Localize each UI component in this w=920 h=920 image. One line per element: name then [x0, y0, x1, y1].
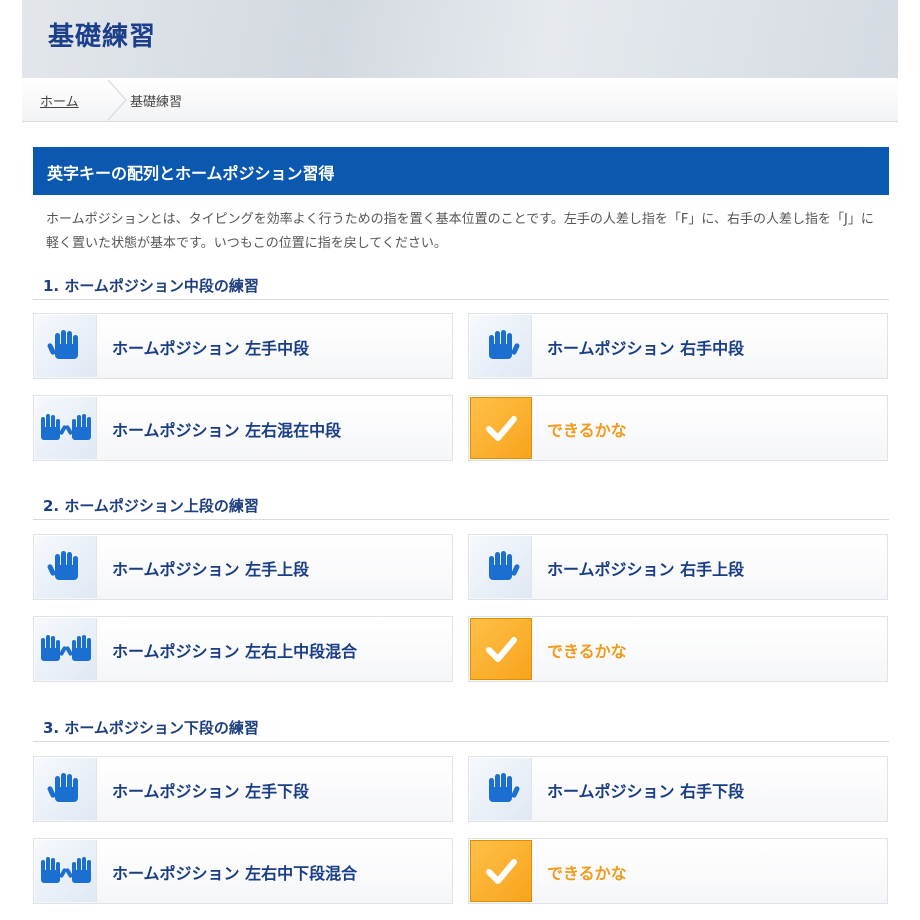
checkmark-icon — [470, 618, 532, 680]
both-hands-icon — [35, 397, 97, 459]
quiz-bottom-row[interactable]: できるかな — [468, 838, 888, 904]
right-hand-icon — [470, 536, 532, 598]
group-heading-text: 3. ホームポジション下段の練習 — [43, 719, 259, 737]
breadcrumb-home-link[interactable]: ホーム — [40, 91, 79, 110]
left-hand-icon — [35, 758, 97, 820]
lesson-label: ホームポジション 左手下段 — [112, 782, 310, 801]
lesson-left-top-row[interactable]: ホームポジション 左手上段 — [33, 534, 453, 600]
page-title: 基礎練習 — [48, 22, 157, 52]
lesson-label: ホームポジション 左右混在中段 — [112, 421, 342, 440]
group-heading: 3. ホームポジション下段の練習 — [33, 714, 889, 742]
quiz-label: できるかな — [547, 864, 627, 883]
lesson-mixed-home-row[interactable]: ホームポジション 左右混在中段 — [33, 395, 453, 461]
group-heading: 1. ホームポジション中段の練習 — [33, 272, 889, 300]
lesson-label: ホームポジション 右手下段 — [547, 782, 745, 801]
lesson-left-bottom-row[interactable]: ホームポジション 左手下段 — [33, 756, 453, 822]
lesson-right-top-row[interactable]: ホームポジション 右手上段 — [468, 534, 888, 600]
quiz-top-row[interactable]: できるかな — [468, 616, 888, 682]
lesson-label: ホームポジション 左手中段 — [112, 339, 310, 358]
page-header: 基礎練習 — [22, 0, 898, 78]
quiz-home-row[interactable]: できるかな — [468, 395, 888, 461]
checkmark-icon — [470, 840, 532, 902]
right-hand-icon — [470, 758, 532, 820]
lesson-label: ホームポジション 左右上中段混合 — [112, 642, 358, 661]
lesson-right-bottom-row[interactable]: ホームポジション 右手下段 — [468, 756, 888, 822]
quiz-label: できるかな — [547, 421, 627, 440]
group-heading-text: 2. ホームポジション上段の練習 — [43, 497, 259, 515]
group-heading-text: 1. ホームポジション中段の練習 — [43, 277, 259, 295]
lesson-right-home-row[interactable]: ホームポジション 右手中段 — [468, 313, 888, 379]
left-hand-icon — [35, 536, 97, 598]
quiz-label: できるかな — [547, 642, 627, 661]
breadcrumb: ホーム 基礎練習 — [22, 78, 898, 122]
lesson-mixed-top-row[interactable]: ホームポジション 左右上中段混合 — [33, 616, 453, 682]
checkmark-icon — [470, 397, 532, 459]
section-intro-text: ホームポジションとは、タイピングを効率よく行うための指を置く基本位置のことです。… — [46, 212, 874, 251]
right-hand-icon — [470, 315, 532, 377]
group-heading: 2. ホームポジション上段の練習 — [33, 492, 889, 520]
lesson-label: ホームポジション 右手上段 — [547, 560, 745, 579]
both-hands-icon — [35, 618, 97, 680]
lesson-label: ホームポジション 左手上段 — [112, 560, 310, 579]
lesson-label: ホームポジション 左右中下段混合 — [112, 864, 358, 883]
both-hands-icon — [35, 840, 97, 902]
lesson-label: ホームポジション 右手中段 — [547, 339, 745, 358]
section-title: 英字キーの配列とホームポジション習得 — [47, 164, 335, 183]
section-title-bar: 英字キーの配列とホームポジション習得 — [33, 147, 889, 195]
left-hand-icon — [35, 315, 97, 377]
lesson-mixed-bottom-row[interactable]: ホームポジション 左右中下段混合 — [33, 838, 453, 904]
breadcrumb-current: 基礎練習 — [130, 95, 183, 110]
lesson-left-home-row[interactable]: ホームポジション 左手中段 — [33, 313, 453, 379]
